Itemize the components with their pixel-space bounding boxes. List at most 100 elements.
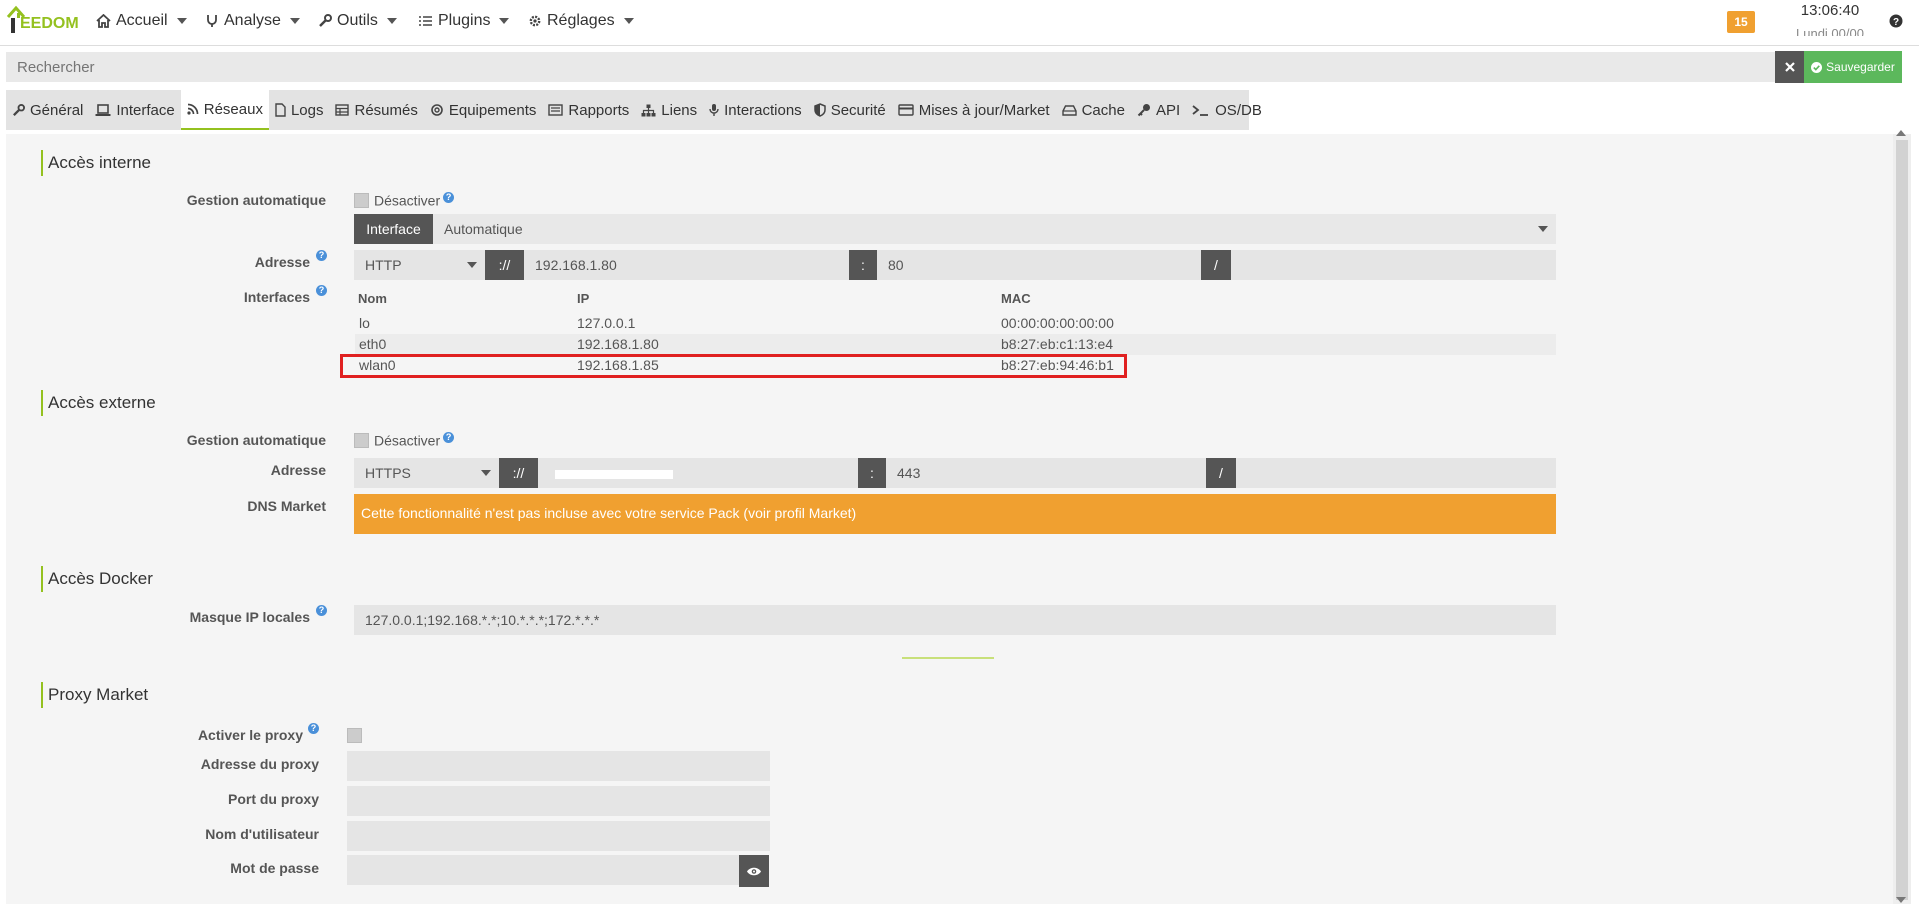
tab-reseaux[interactable]: Réseaux [180, 90, 269, 130]
external-host-input[interactable] [538, 458, 858, 488]
caret-down-icon [623, 18, 634, 24]
section-title-acces-docker: Accès Docker [41, 566, 153, 592]
scroll-down-arrow-icon[interactable] [1896, 897, 1906, 903]
gear-icon [529, 15, 541, 27]
nav-label: Réglages [547, 12, 615, 29]
internal-protocol-select[interactable]: HTTP [354, 250, 485, 280]
wrench-icon [13, 103, 25, 116]
dns-market-alert: Cette fonctionnalité n'est pas incluse a… [354, 494, 1556, 534]
proxy-port-input[interactable] [347, 786, 770, 816]
proto-separator: :// [499, 458, 538, 488]
enable-proxy-label: Activer le proxy [197, 727, 303, 743]
nav-plugins[interactable]: Plugins [418, 0, 510, 42]
internal-host-input[interactable]: 192.168.1.80 [524, 250, 849, 280]
notification-badge[interactable]: 15 [1727, 11, 1755, 33]
internal-disable-checkbox[interactable] [354, 193, 369, 208]
mask-ip-label: Masque IP locales [189, 609, 310, 625]
proto-separator: :// [485, 250, 524, 280]
tab-mises-a-jour-market[interactable]: Mises à jour/Market [892, 90, 1056, 130]
enable-proxy-checkbox[interactable] [347, 728, 362, 743]
interface-select[interactable]: Automatique [433, 214, 1556, 244]
clear-search-button[interactable] [1775, 51, 1804, 83]
section-title-acces-interne: Accès interne [41, 150, 151, 176]
tasks-icon [419, 16, 432, 26]
section-title-acces-externe: Accès externe [41, 390, 156, 416]
section-title-proxy-market: Proxy Market [41, 682, 148, 708]
nav-outils[interactable]: Outils [318, 0, 397, 42]
file-icon [275, 103, 286, 117]
external-protocol-select[interactable]: HTTPS [354, 458, 499, 488]
caret-down-icon [1538, 226, 1548, 232]
show-password-button[interactable] [739, 855, 769, 887]
internal-disable-label: Désactiver? [374, 192, 455, 209]
tab-equipements[interactable]: Equipements [424, 90, 543, 130]
tab-cache[interactable]: Cache [1056, 90, 1131, 130]
laptop-icon [95, 103, 111, 116]
mask-ip-input[interactable]: 127.0.0.1;192.168.*.*;10.*.*.*;172.*.*.* [354, 605, 1556, 635]
tab-interactions[interactable]: Interactions [703, 90, 808, 130]
internal-path-input[interactable] [1231, 250, 1556, 280]
proxy-username-input[interactable] [347, 821, 770, 851]
tab-resumes[interactable]: Résumés [329, 90, 423, 130]
home-icon [96, 14, 111, 28]
proxy-password-input[interactable] [347, 855, 739, 885]
proxy-address-label: Adresse du proxy [200, 756, 319, 772]
caret-down-icon [289, 18, 300, 24]
microphone-icon [709, 104, 719, 116]
column-header-ip: IP [577, 291, 590, 306]
table-row: lo 127.0.0.1 00:00:00:00:00:00 [359, 315, 1114, 331]
nav-reglages[interactable]: Réglages [528, 0, 634, 42]
scroll-up-arrow-icon[interactable] [1896, 130, 1906, 136]
internal-address-label: Adresse [254, 254, 310, 270]
external-port-input[interactable]: 443 [886, 458, 1206, 488]
question-circle-icon[interactable]: ? [1889, 14, 1903, 28]
save-button[interactable]: Sauvegarder [1804, 51, 1902, 83]
search-input[interactable] [6, 52, 1775, 82]
terminal-icon [1192, 105, 1209, 116]
tab-liens[interactable]: Liens [635, 90, 703, 130]
caret-down-icon [499, 18, 510, 24]
logo-text: EEDOM [20, 15, 79, 32]
caret-down-icon [481, 470, 491, 476]
tab-os-db[interactable]: OS/DB [1186, 90, 1268, 130]
help-icon[interactable]: ? [443, 432, 455, 443]
shield-icon [813, 103, 826, 117]
tab-rapports[interactable]: Rapports [542, 90, 635, 130]
tab-securite[interactable]: Securité [808, 90, 892, 130]
help-icon[interactable]: ? [316, 605, 327, 616]
hdd-icon [1061, 104, 1077, 116]
credit-card-icon [898, 104, 914, 116]
proxy-address-input[interactable] [347, 751, 770, 781]
tab-general[interactable]: Général [6, 90, 89, 130]
content-scrollbar[interactable] [1893, 134, 1911, 904]
clock: 13:06:40 [1800, 2, 1860, 19]
nav-accueil[interactable]: Accueil [96, 0, 187, 42]
help-icon[interactable]: ? [308, 723, 319, 734]
port-separator: : [849, 250, 877, 280]
external-address-label: Adresse [270, 462, 326, 478]
help-icon[interactable]: ? [443, 192, 455, 203]
external-disable-checkbox[interactable] [354, 433, 369, 448]
scrollbar-thumb[interactable] [1896, 140, 1908, 900]
help-icon[interactable]: ? [316, 250, 327, 261]
nav-label: Accueil [116, 12, 168, 29]
key-icon [1137, 104, 1150, 117]
tab-interface[interactable]: Interface [89, 90, 180, 130]
dns-market-label: DNS Market [247, 498, 326, 514]
nav-analyse[interactable]: Analyse [205, 0, 300, 42]
nav-label: Plugins [438, 12, 491, 29]
tab-api[interactable]: API [1131, 90, 1186, 130]
save-label: Sauvegarder [1826, 60, 1895, 74]
external-path-input[interactable] [1236, 458, 1556, 488]
caret-down-icon [467, 262, 477, 268]
jeedom-logo[interactable]: EEDOM [6, 3, 79, 39]
interface-addon: Interface [354, 214, 433, 244]
port-separator: : [858, 458, 886, 488]
internal-port-input[interactable]: 80 [877, 250, 1201, 280]
nav-label: Analyse [224, 12, 281, 29]
settings-tabs: Général Interface Réseaux Logs Résumés E… [6, 90, 1262, 130]
tab-logs[interactable]: Logs [269, 90, 330, 130]
rss-icon [187, 103, 199, 115]
help-icon[interactable]: ? [316, 285, 327, 296]
external-disable-label: Désactiver? [374, 432, 455, 449]
